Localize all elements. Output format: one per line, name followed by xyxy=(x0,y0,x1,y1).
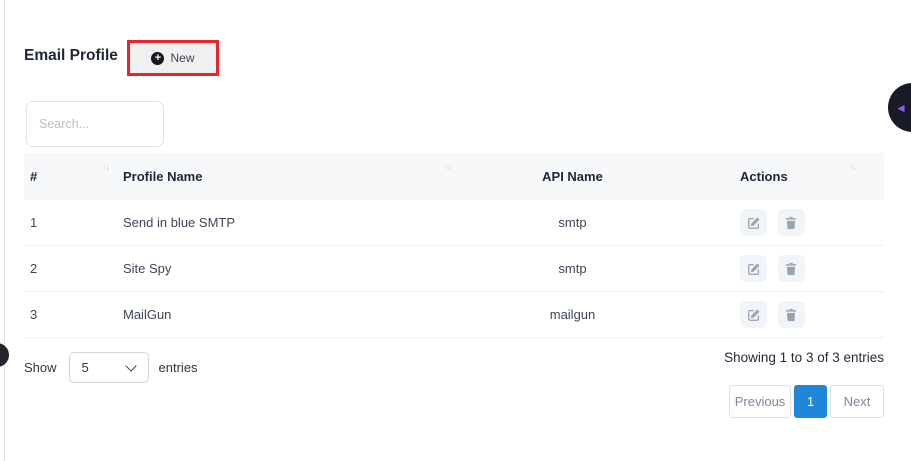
table-row: 2 Site Spy smtp xyxy=(24,246,884,292)
sort-icon[interactable]: ↑↓ xyxy=(102,162,109,172)
profile-name-cell: MailGun xyxy=(115,307,455,322)
left-divider xyxy=(4,0,5,461)
row-number: 3 xyxy=(24,307,115,322)
entries-label: entries xyxy=(159,360,198,375)
showing-entries-status: Showing 1 to 3 of 3 entries xyxy=(724,350,884,365)
trash-icon xyxy=(784,308,798,322)
trash-icon xyxy=(784,216,798,230)
sort-icon[interactable]: ↑↓ xyxy=(849,162,856,172)
new-button-label: New xyxy=(170,51,194,65)
left-edge-toggle[interactable] xyxy=(0,343,9,367)
new-button[interactable]: + New xyxy=(151,51,194,65)
edit-button[interactable] xyxy=(740,301,767,328)
edit-icon xyxy=(747,262,761,276)
search-input[interactable] xyxy=(26,101,164,147)
email-profile-page: ◄ Email Profile + New # ↑↓ Profile Name … xyxy=(0,0,911,461)
table-row: 1 Send in blue SMTP smtp xyxy=(24,200,884,246)
row-number: 1 xyxy=(24,215,115,230)
pagination: Previous 1 Next xyxy=(729,385,884,418)
delete-button[interactable] xyxy=(778,255,805,282)
api-name-cell: smtp xyxy=(455,261,690,276)
column-header-number[interactable]: # ↑↓ xyxy=(24,153,115,200)
profile-name-cell: Site Spy xyxy=(115,261,455,276)
table-header-row: # ↑↓ Profile Name ↑↓ API Name Actions ↑↓ xyxy=(24,153,884,200)
trash-icon xyxy=(784,262,798,276)
table-row: 3 MailGun mailgun xyxy=(24,292,884,338)
delete-button[interactable] xyxy=(778,301,805,328)
edit-icon xyxy=(747,216,761,230)
column-header-api-name[interactable]: API Name xyxy=(455,153,690,200)
actions-cell xyxy=(690,209,884,236)
actions-cell xyxy=(690,255,884,282)
customizer-toggle-button[interactable]: ◄ xyxy=(888,83,911,132)
page-number-button[interactable]: 1 xyxy=(794,385,827,418)
row-number: 2 xyxy=(24,261,115,276)
profile-name-cell: Send in blue SMTP xyxy=(115,215,455,230)
actions-cell xyxy=(690,301,884,328)
edit-button[interactable] xyxy=(740,209,767,236)
page-size-select[interactable]: 5 xyxy=(69,352,149,383)
sort-icon[interactable]: ↑↓ xyxy=(444,162,451,172)
email-profile-table: # ↑↓ Profile Name ↑↓ API Name Actions ↑↓… xyxy=(24,153,884,338)
edit-icon xyxy=(747,308,761,322)
page-title: Email Profile xyxy=(24,47,118,65)
annotation-highlight: + New xyxy=(127,40,219,76)
delete-button[interactable] xyxy=(778,209,805,236)
page-size-control: Show 5 entries xyxy=(24,352,198,382)
column-header-actions[interactable]: Actions ↑↓ xyxy=(690,153,884,200)
api-name-cell: mailgun xyxy=(455,307,690,322)
show-label: Show xyxy=(24,360,57,375)
api-name-cell: smtp xyxy=(455,215,690,230)
column-header-profile-name[interactable]: Profile Name ↑↓ xyxy=(115,153,455,200)
arrow-left-icon: ◄ xyxy=(895,102,907,114)
next-page-button[interactable]: Next xyxy=(830,385,884,418)
edit-button[interactable] xyxy=(740,255,767,282)
plus-circle-icon: + xyxy=(151,52,164,65)
previous-page-button[interactable]: Previous xyxy=(729,385,791,418)
